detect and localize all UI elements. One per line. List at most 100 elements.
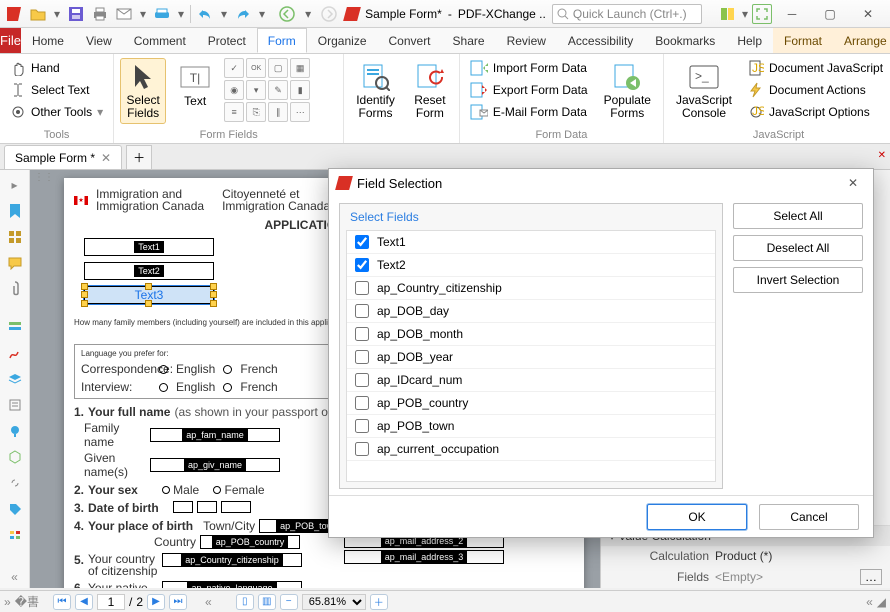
tab-arrange[interactable]: Arrange (833, 28, 890, 53)
3d-icon[interactable] (4, 446, 26, 468)
sex-female-radio[interactable] (213, 486, 221, 494)
doc-javascript[interactable]: JSDocument JavaScript (744, 58, 887, 78)
lt-toggle-icon[interactable]: ▸ (4, 174, 26, 196)
page-input[interactable] (97, 594, 125, 610)
layout-single-icon[interactable]: ▯ (236, 594, 254, 610)
field-list-item[interactable]: ap_POB_country (347, 392, 715, 415)
quick-launch-input[interactable]: Quick Launch (Ctrl+.) (552, 4, 702, 24)
field-list-item[interactable]: ap_current_occupation (347, 438, 715, 461)
layers-icon[interactable] (4, 368, 26, 390)
js-console-button[interactable]: >_ JavaScript Console (670, 58, 738, 124)
email-icon[interactable] (114, 4, 134, 24)
options-icon[interactable]: �軎 (15, 593, 39, 610)
field-checkbox[interactable] (355, 304, 369, 318)
tab-protect[interactable]: Protect (197, 28, 257, 53)
bookmark-icon[interactable] (4, 200, 26, 222)
tab-convert[interactable]: Convert (378, 28, 442, 53)
field-text1[interactable]: Text1 (84, 238, 214, 256)
properties-icon[interactable] (4, 524, 26, 546)
redo-dropdown-icon[interactable]: ▾ (257, 4, 267, 24)
import-form-data[interactable]: Import Form Data (466, 58, 592, 78)
field-mail3[interactable]: ap_mail_address_3 (344, 550, 504, 564)
tab-organize[interactable]: Organize (307, 28, 378, 53)
attachments-icon[interactable] (4, 278, 26, 300)
sex-male-radio[interactable] (162, 486, 170, 494)
lt-collapse-icon[interactable]: « (4, 566, 26, 588)
field-list-item[interactable]: ap_POB_town (347, 415, 715, 438)
close-pane-icon[interactable]: ✕ (878, 150, 886, 161)
destinations-icon[interactable] (4, 420, 26, 442)
populate-forms-button[interactable]: Populate Forms (598, 58, 657, 124)
signatures-icon[interactable] (4, 342, 26, 364)
zoom-select[interactable]: 65.81% (302, 594, 366, 610)
dialog-close-button[interactable]: ✕ (841, 173, 865, 193)
reset-form-button[interactable]: Reset Form (407, 58, 453, 124)
list-field-icon[interactable]: ≡ (224, 102, 244, 122)
int-english-radio[interactable] (159, 383, 168, 392)
calc-value[interactable]: Product (*) (715, 549, 882, 563)
barcode2-field-icon[interactable]: ∥ (268, 102, 288, 122)
sb-resize-icon[interactable]: ◢ (877, 595, 886, 609)
field-checkbox[interactable] (355, 373, 369, 387)
field-checkbox[interactable] (355, 235, 369, 249)
doc-actions[interactable]: Document Actions (744, 80, 887, 100)
tab-bookmarks[interactable]: Bookmarks (644, 28, 726, 53)
sb-collapse-icon[interactable]: « (205, 595, 212, 609)
corr-english-radio[interactable] (159, 365, 168, 374)
fields-pane-icon[interactable] (4, 316, 26, 338)
tab-accessibility[interactable]: Accessibility (557, 28, 644, 53)
signature-field-icon[interactable]: ✎ (268, 80, 288, 100)
field-text2[interactable]: Text2 (84, 262, 214, 280)
tags-icon[interactable] (4, 498, 26, 520)
undo-icon[interactable] (195, 4, 215, 24)
close-button[interactable]: ✕ (850, 2, 886, 26)
field-native-lang[interactable]: ap_native_language (162, 581, 302, 588)
content-icon[interactable] (4, 394, 26, 416)
maximize-button[interactable]: ▢ (812, 2, 848, 26)
cancel-button[interactable]: Cancel (759, 504, 859, 530)
prev-page-button[interactable]: ◀ (75, 594, 93, 610)
fields-value[interactable]: <Empty> (715, 570, 854, 584)
tab-help[interactable]: Help (726, 28, 773, 53)
tab-form[interactable]: Form (257, 28, 307, 53)
undo-dropdown-icon[interactable]: ▾ (219, 4, 229, 24)
field-giv-name[interactable]: ap_giv_name (150, 458, 280, 472)
dropdown-field-icon[interactable]: ▾ (246, 80, 266, 100)
field-fam-name[interactable]: ap_fam_name (150, 428, 280, 442)
field-citizenship[interactable]: ap_Country_citizenship (162, 553, 302, 567)
field-checkbox[interactable] (355, 327, 369, 341)
js-options[interactable]: JSJavaScript Options (744, 102, 887, 122)
export-form-data[interactable]: Export Form Data (466, 80, 592, 100)
checkbox-field-icon[interactable]: ✓ (224, 58, 244, 78)
field-text3-selected[interactable]: Text3 (84, 286, 214, 304)
select-all-button[interactable]: Select All (733, 203, 863, 229)
field-list-item[interactable]: ap_DOB_day (347, 300, 715, 323)
text-field-button[interactable]: T| Text (172, 58, 218, 112)
field-dob-d[interactable] (173, 501, 193, 513)
field-list-item[interactable]: ap_DOB_month (347, 323, 715, 346)
more-field-icon[interactable]: ⋯ (290, 102, 310, 122)
qat-dropdown-icon[interactable]: ▾ (52, 4, 62, 24)
next-page-button[interactable]: ▶ (147, 594, 165, 610)
zoom-out-button[interactable]: − (280, 594, 298, 610)
fit-icon[interactable] (752, 4, 772, 24)
tab-home[interactable]: Home (21, 28, 75, 53)
field-list-item[interactable]: ap_Country_citizenship (347, 277, 715, 300)
barcode-field-icon[interactable]: ▮ (290, 80, 310, 100)
zoom-in-button[interactable]: ＋ (370, 594, 388, 610)
select-fields-button[interactable]: Select Fields (120, 58, 166, 124)
doc-tab[interactable]: Sample Form * ✕ (4, 145, 122, 169)
links-icon[interactable] (4, 472, 26, 494)
tab-share[interactable]: Share (442, 28, 496, 53)
int-french-radio[interactable] (223, 383, 232, 392)
invert-selection-button[interactable]: Invert Selection (733, 267, 863, 293)
layout-cont-icon[interactable]: ▥ (258, 594, 276, 610)
open-icon[interactable] (28, 4, 48, 24)
comments-icon[interactable] (4, 252, 26, 274)
qat-dropdown-2-icon[interactable]: ▾ (138, 4, 148, 24)
field-list[interactable]: Text1Text2ap_Country_citizenshipap_DOB_d… (346, 230, 716, 482)
field-list-item[interactable]: Text2 (347, 254, 715, 277)
ui-dropdown-icon[interactable]: ▾ (740, 4, 750, 24)
ui-options-icon[interactable] (718, 4, 738, 24)
tab-format[interactable]: Format (773, 28, 833, 53)
